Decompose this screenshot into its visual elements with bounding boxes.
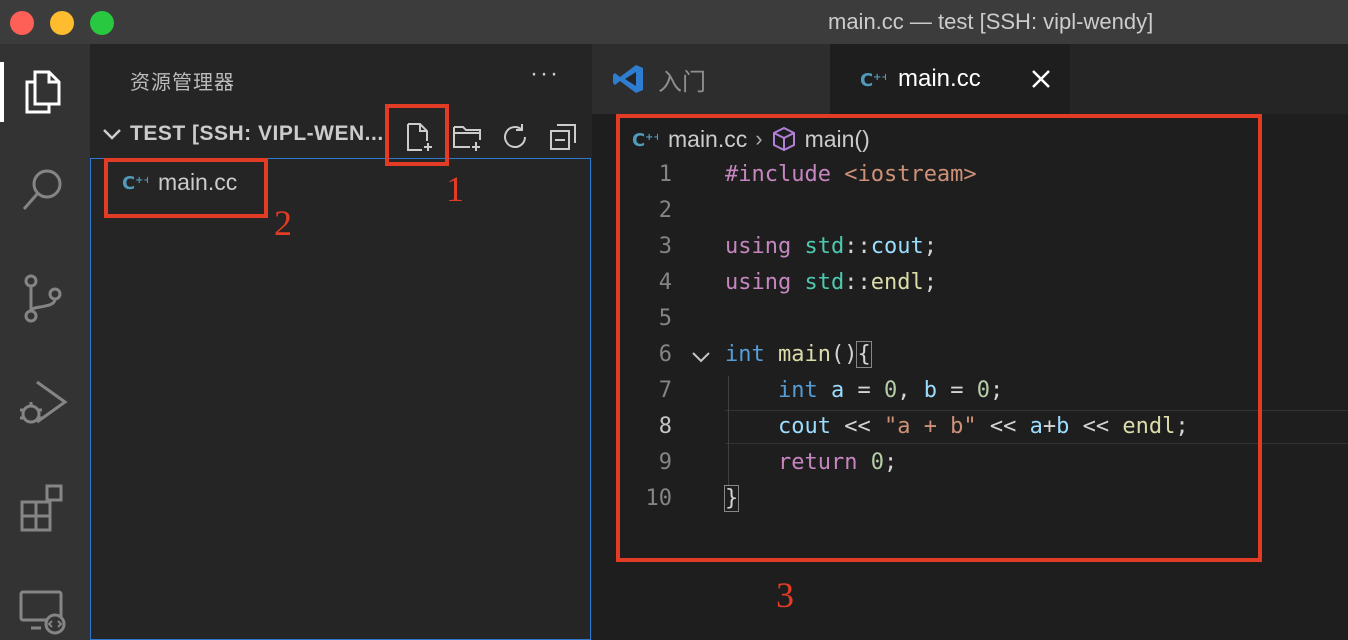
tab-main-cc[interactable]: C ++ main.cc xyxy=(830,44,1070,114)
tab-label: 入门 xyxy=(658,68,706,96)
collapse-all-icon[interactable] xyxy=(544,118,582,156)
active-indicator xyxy=(0,62,4,122)
new-folder-icon[interactable] xyxy=(448,118,486,156)
sidebar-title: 资源管理器 xyxy=(130,72,235,94)
explorer-sidebar: 资源管理器 ··· TEST [SSH: VIPL-WEN... C ++ ma… xyxy=(90,44,592,640)
window-title: main.cc — test [SSH: vipl-wendy] xyxy=(828,9,1154,34)
tab-label: main.cc xyxy=(898,65,981,92)
source-control-icon[interactable] xyxy=(15,270,71,326)
editor-tabs: 入门 C ++ main.cc xyxy=(592,44,1348,114)
remote-explorer-icon[interactable] xyxy=(15,582,71,638)
search-icon[interactable] xyxy=(15,162,71,218)
folder-header[interactable]: TEST [SSH: VIPL-WEN... xyxy=(90,114,592,158)
folder-name: TEST [SSH: VIPL-WEN... xyxy=(130,122,384,145)
explorer-icon[interactable] xyxy=(15,64,71,120)
cpp-file-icon: C ++ xyxy=(860,70,886,90)
annotation-box-3 xyxy=(616,114,1262,562)
extensions-icon[interactable] xyxy=(15,480,71,536)
more-actions-icon[interactable]: ··· xyxy=(530,60,560,88)
run-debug-icon[interactable] xyxy=(15,374,71,430)
annotation-box-1 xyxy=(385,104,449,166)
activity-bar xyxy=(0,44,90,640)
file-tree xyxy=(90,158,591,640)
annotation-label-3: 3 xyxy=(776,575,794,615)
tab-getting-started[interactable]: 入门 xyxy=(592,44,830,114)
svg-text:++: ++ xyxy=(873,72,886,83)
annotation-box-2 xyxy=(104,158,268,218)
maximize-window-button[interactable] xyxy=(90,11,114,35)
svg-text:C: C xyxy=(860,70,873,90)
vscode-logo-icon xyxy=(613,65,643,93)
close-window-button[interactable] xyxy=(10,11,34,35)
annotation-label-2: 2 xyxy=(274,203,292,243)
refresh-icon[interactable] xyxy=(496,118,534,156)
chevron-down-icon xyxy=(103,129,121,140)
annotation-label-1: 1 xyxy=(446,169,464,209)
minimize-window-button[interactable] xyxy=(50,11,74,35)
title-bar: main.cc — test [SSH: vipl-wendy] xyxy=(0,0,1348,44)
close-icon[interactable] xyxy=(1028,66,1054,92)
